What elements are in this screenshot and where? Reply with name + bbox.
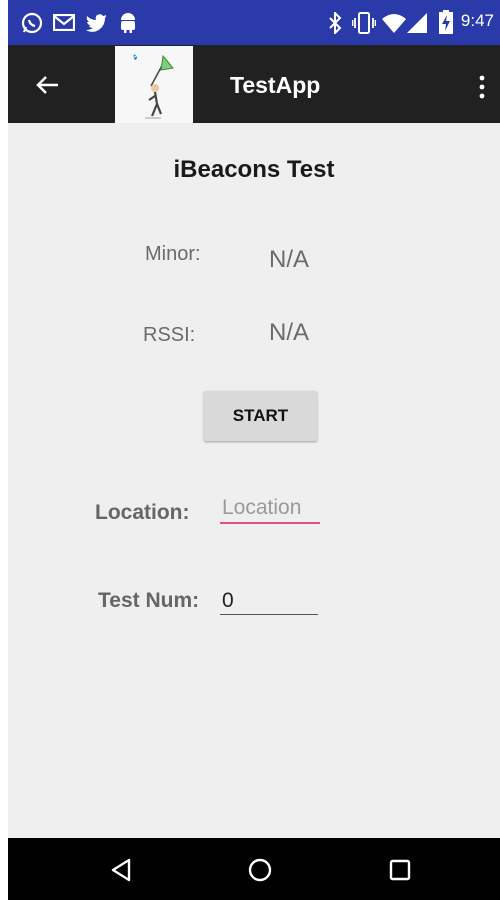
status-time: 9:47 — [460, 11, 494, 30]
recents-square-icon[interactable] — [386, 856, 414, 884]
back-arrow-icon[interactable] — [32, 70, 62, 100]
app-screen: 9:47 TestApp iBeacons Test Minor: N/A RS… — [8, 0, 500, 900]
wifi-icon — [382, 14, 406, 33]
location-label: Location: — [95, 501, 190, 524]
overflow-menu-icon[interactable] — [478, 75, 486, 99]
status-bar: 9:47 — [8, 0, 500, 45]
app-title: TestApp — [230, 72, 321, 98]
twitter-icon — [86, 14, 106, 32]
signal-icon — [407, 13, 427, 33]
home-circle-icon[interactable] — [246, 856, 274, 884]
whatsapp-icon — [21, 12, 43, 34]
battery-charging-icon — [439, 10, 453, 34]
gmail-icon — [53, 14, 75, 31]
vibrate-icon — [352, 12, 376, 34]
minor-label: Minor: — [145, 243, 201, 265]
app-logo — [115, 46, 193, 123]
back-triangle-icon[interactable] — [107, 856, 135, 884]
location-input[interactable] — [220, 494, 320, 524]
rssi-label: RSSI: — [143, 324, 196, 346]
page-title: iBeacons Test — [173, 156, 335, 183]
rssi-value: N/A — [269, 319, 310, 346]
nav-bar — [8, 838, 500, 900]
android-icon — [121, 13, 135, 33]
app-bar: TestApp — [8, 45, 500, 123]
test-num-label: Test Num: — [98, 589, 200, 612]
minor-value: N/A — [269, 246, 310, 273]
bluetooth-icon — [329, 12, 342, 34]
start-button[interactable]: START — [204, 391, 317, 441]
test-num-input[interactable] — [220, 588, 318, 615]
